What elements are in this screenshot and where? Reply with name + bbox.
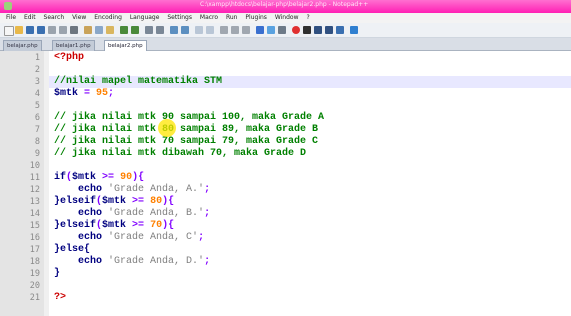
code-editor[interactable]: 1 2 3 4 5 6 7 8 9 10 11 12 13 14 15 16 1… <box>0 51 571 316</box>
paste-icon[interactable] <box>106 26 114 34</box>
menu-window[interactable]: Window <box>275 13 299 23</box>
code-line-1: <?php <box>54 52 85 63</box>
stop-macro-icon[interactable] <box>303 26 311 34</box>
record-macro-icon[interactable] <box>292 26 300 34</box>
line-number: 19 <box>29 269 40 279</box>
code-line-9: // jika nilai mtk dibawah 70, maka Grade… <box>54 148 307 159</box>
save-macro-icon[interactable] <box>336 26 344 34</box>
mouse-cursor-highlight <box>158 119 176 137</box>
tab-bar: belajar.php belajar1.php belajar2.php <box>0 38 571 51</box>
tab-belajar2[interactable]: belajar2.php <box>104 40 147 51</box>
redo-icon[interactable] <box>131 26 139 34</box>
doc-map-icon[interactable] <box>256 26 264 34</box>
code-line-7: // jika nilai mtk 80 sampai 89, maka Gra… <box>54 124 319 135</box>
save-all-icon[interactable] <box>37 26 45 34</box>
fold-margin[interactable] <box>44 51 49 316</box>
line-number: 20 <box>29 281 40 291</box>
function-list-icon[interactable] <box>267 26 275 34</box>
line-number: 16 <box>29 233 40 243</box>
line-number: 4 <box>34 89 40 99</box>
undo-icon[interactable] <box>120 26 128 34</box>
line-number: 2 <box>34 65 40 75</box>
plugin-icon[interactable] <box>350 26 358 34</box>
line-number: 14 <box>29 209 40 219</box>
code-line-11: if($mtk >= 90){ <box>54 172 145 183</box>
code-line-4: $mtk = 95; <box>54 88 115 99</box>
line-number: 7 <box>34 125 40 135</box>
line-number: 18 <box>29 257 40 267</box>
menu-plugins[interactable]: Plugins <box>245 13 267 23</box>
menu-settings[interactable]: Settings <box>167 13 192 23</box>
sync-horizontal-icon[interactable] <box>206 26 214 34</box>
line-number: 13 <box>29 197 40 207</box>
title-bar: C:\xampp\htdocs\belajar-php\belajar2.php… <box>0 0 571 13</box>
cut-icon[interactable] <box>84 26 92 34</box>
line-number: 21 <box>29 293 40 303</box>
line-number: 15 <box>29 221 40 231</box>
menu-macro[interactable]: Macro <box>200 13 218 23</box>
menu-file[interactable]: File <box>6 13 16 23</box>
save-icon[interactable] <box>26 26 34 34</box>
line-number: 10 <box>29 161 40 171</box>
replace-icon[interactable] <box>156 26 164 34</box>
window-title: C:\xampp\htdocs\belajar-php\belajar2.php… <box>200 1 369 8</box>
folder-workspace-icon[interactable] <box>278 26 286 34</box>
code-line-18: echo 'Grade Anda, D.'; <box>78 256 211 267</box>
line-number: 6 <box>34 113 40 123</box>
code-line-12: echo 'Grade Anda, A.'; <box>78 184 211 195</box>
menu-bar: File Edit Search View Encoding Language … <box>0 13 571 23</box>
line-number-gutter: 1 2 3 4 5 6 7 8 9 10 11 12 13 14 15 16 1… <box>0 51 45 316</box>
run-macro-multiple-icon[interactable] <box>325 26 333 34</box>
line-number: 1 <box>34 53 40 63</box>
menu-search[interactable]: Search <box>44 13 65 23</box>
zoom-in-icon[interactable] <box>170 26 178 34</box>
play-macro-icon[interactable] <box>314 26 322 34</box>
code-line-13: }elseif($mtk >= 80){ <box>54 196 175 207</box>
copy-icon[interactable] <box>95 26 103 34</box>
close-all-icon[interactable] <box>59 26 67 34</box>
line-number: 11 <box>29 173 40 183</box>
code-line-8: // jika nilai mtk 70 sampai 79, maka Gra… <box>54 136 319 147</box>
menu-edit[interactable]: Edit <box>24 13 36 23</box>
word-wrap-icon[interactable] <box>220 26 228 34</box>
zoom-out-icon[interactable] <box>181 26 189 34</box>
code-line-15: }elseif($mtk >= 70){ <box>54 220 175 231</box>
code-line-6: // jika nilai mtk 90 sampai 100, maka Gr… <box>54 112 325 123</box>
find-icon[interactable] <box>145 26 153 34</box>
line-number: 17 <box>29 245 40 255</box>
sync-vertical-icon[interactable] <box>195 26 203 34</box>
toolbar <box>0 23 571 38</box>
line-number: 8 <box>34 137 40 147</box>
line-number: 9 <box>34 149 40 159</box>
show-all-chars-icon[interactable] <box>231 26 239 34</box>
close-icon[interactable] <box>48 26 56 34</box>
code-line-21: ?> <box>54 292 67 303</box>
code-line-19: } <box>54 268 61 279</box>
new-file-icon[interactable] <box>4 26 14 36</box>
code-line-17: }else{ <box>54 244 91 255</box>
code-line-16: echo 'Grade Anda, C'; <box>78 232 205 243</box>
indent-guide-icon[interactable] <box>242 26 250 34</box>
menu-view[interactable]: View <box>72 13 86 23</box>
code-line-3: //nilai mapel matematika STM <box>54 76 223 87</box>
line-number: 3 <box>34 77 40 87</box>
notepadpp-app-icon <box>4 2 12 10</box>
menu-help[interactable]: ? <box>306 13 309 23</box>
tab-belajar1[interactable]: belajar1.php <box>52 40 95 51</box>
print-icon[interactable] <box>70 26 78 34</box>
menu-language[interactable]: Language <box>130 13 160 23</box>
code-line-14: echo 'Grade Anda, B.'; <box>78 208 211 219</box>
line-number: 12 <box>29 185 40 195</box>
menu-encoding[interactable]: Encoding <box>94 13 122 23</box>
open-file-icon[interactable] <box>15 26 23 34</box>
tab-belajar[interactable]: belajar.php <box>3 40 42 51</box>
line-number: 5 <box>34 101 40 111</box>
menu-run[interactable]: Run <box>226 13 238 23</box>
